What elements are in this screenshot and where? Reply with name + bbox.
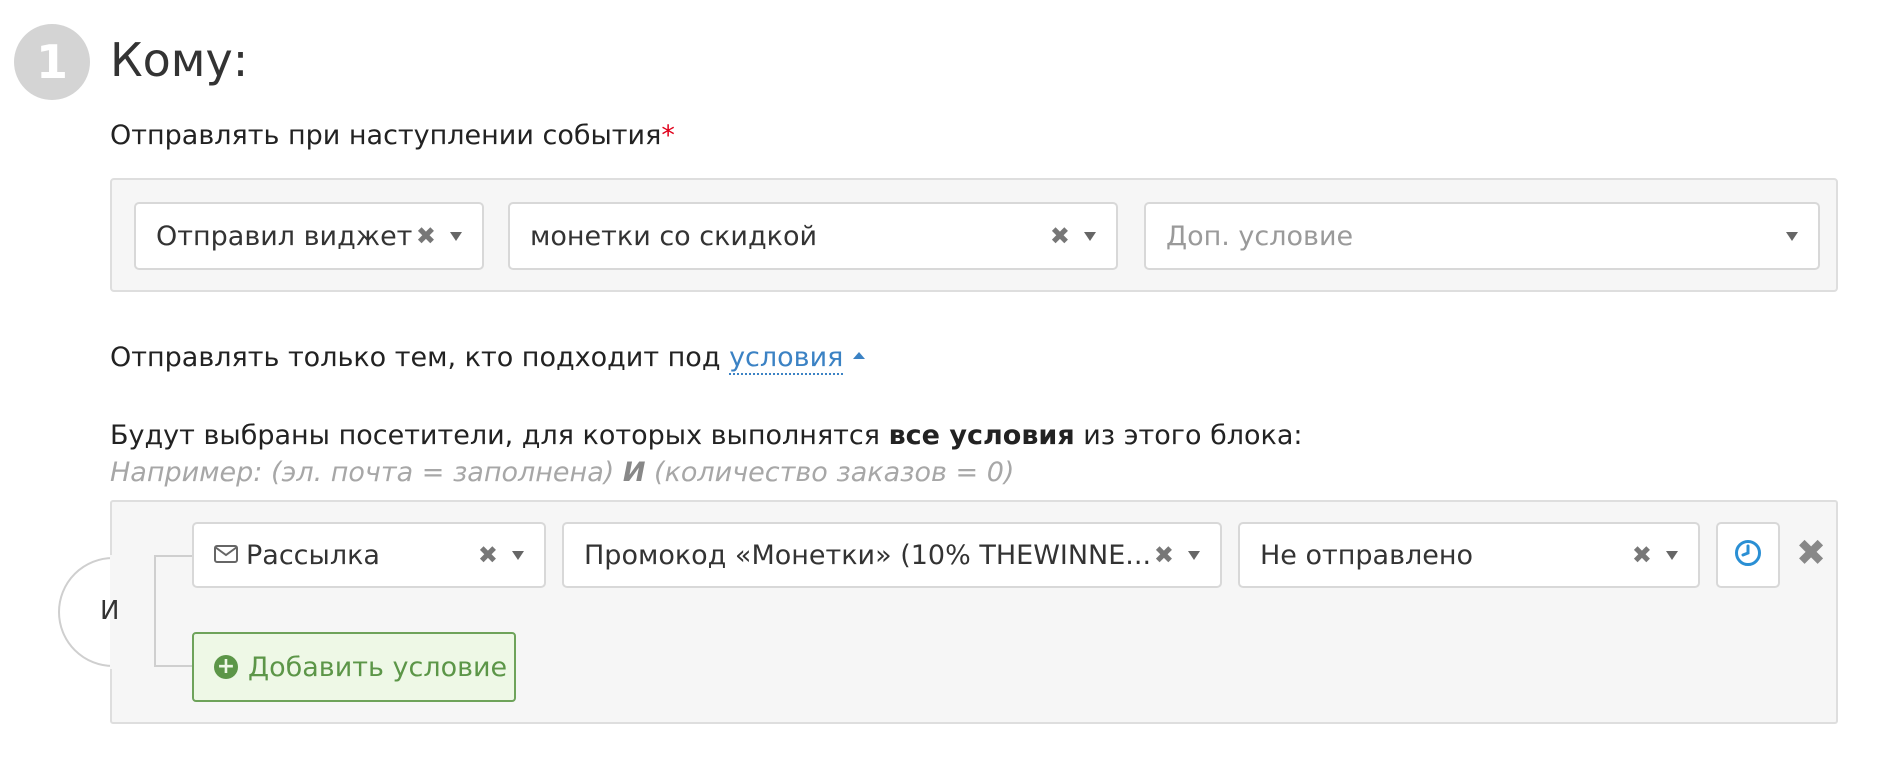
and-operator-label: И [100,596,120,626]
chevron-down-icon[interactable] [1666,550,1678,560]
conditions-toggle-link[interactable]: условия [729,342,844,375]
add-condition-label: Добавить условие [248,651,508,683]
condition-mailing-select[interactable]: Промокод «Монетки» (10% THEWINNE... ✖ [562,522,1222,588]
chevron-down-icon[interactable] [1188,550,1200,560]
caret-up-icon[interactable] [853,352,866,359]
tree-line-branch [154,555,194,557]
widget-value: монетки со скидкой [530,220,818,252]
example-bold: И [622,457,646,488]
chevron-down-icon[interactable] [512,550,524,560]
description-line: Будут выбраны посетители, для которых вы… [110,418,1302,454]
filter-line: Отправлять только тем, кто подходит под … [110,340,866,376]
tree-line-branch [154,665,194,667]
event-label-text: Отправлять при наступлении события [110,120,662,151]
plus-circle-icon: + [214,655,238,679]
widget-select[interactable]: монетки со скидкой ✖ [508,202,1118,270]
clear-icon[interactable]: ✖ [1632,541,1652,569]
condition-field-value: Рассылка [246,539,380,571]
desc-before: Будут выбраны посетители, для которых вы… [110,420,889,451]
remove-condition-button[interactable]: ✖ [1796,532,1826,576]
event-type-select[interactable]: Отправил виджет ✖ [134,202,484,270]
condition-status-value: Не отправлено [1260,539,1474,571]
filter-text: Отправлять только тем, кто подходит под [110,342,730,373]
example-hint: Например: (эл. почта = заполнена) И (кол… [110,457,1014,488]
step-title: Кому: [110,33,249,87]
time-condition-button[interactable] [1716,522,1780,588]
example-before: Например: (эл. почта = заполнена) [110,457,623,488]
clock-icon [1734,539,1762,571]
required-mark: * [661,120,675,151]
chevron-down-icon[interactable] [450,231,462,241]
chevron-down-icon[interactable] [1084,231,1096,241]
clear-icon[interactable]: ✖ [416,222,436,250]
condition-field-select[interactable]: Рассылка ✖ [192,522,546,588]
clear-icon[interactable]: ✖ [1050,222,1070,250]
add-condition-button[interactable]: + Добавить условие [192,632,516,702]
event-panel: Отправил виджет ✖ монетки со скидкой ✖ Д… [110,178,1838,292]
chevron-down-icon[interactable] [1786,231,1798,241]
clear-icon[interactable]: ✖ [1154,541,1174,569]
desc-after: из этого блока: [1074,420,1303,451]
event-type-value: Отправил виджет [156,220,413,252]
desc-bold: все условия [888,420,1075,451]
extra-condition-select[interactable]: Доп. условие [1144,202,1820,270]
extra-condition-placeholder: Доп. условие [1166,220,1354,252]
tree-line-vertical [154,555,156,667]
clear-icon[interactable]: ✖ [478,541,498,569]
example-after: (количество заказов = 0) [645,457,1015,488]
condition-status-select[interactable]: Не отправлено ✖ [1238,522,1700,588]
step-number-badge: 1 [14,24,90,100]
condition-mailing-value: Промокод «Монетки» (10% THEWINNE... [584,539,1152,571]
event-label: Отправлять при наступлении события* [110,118,675,154]
